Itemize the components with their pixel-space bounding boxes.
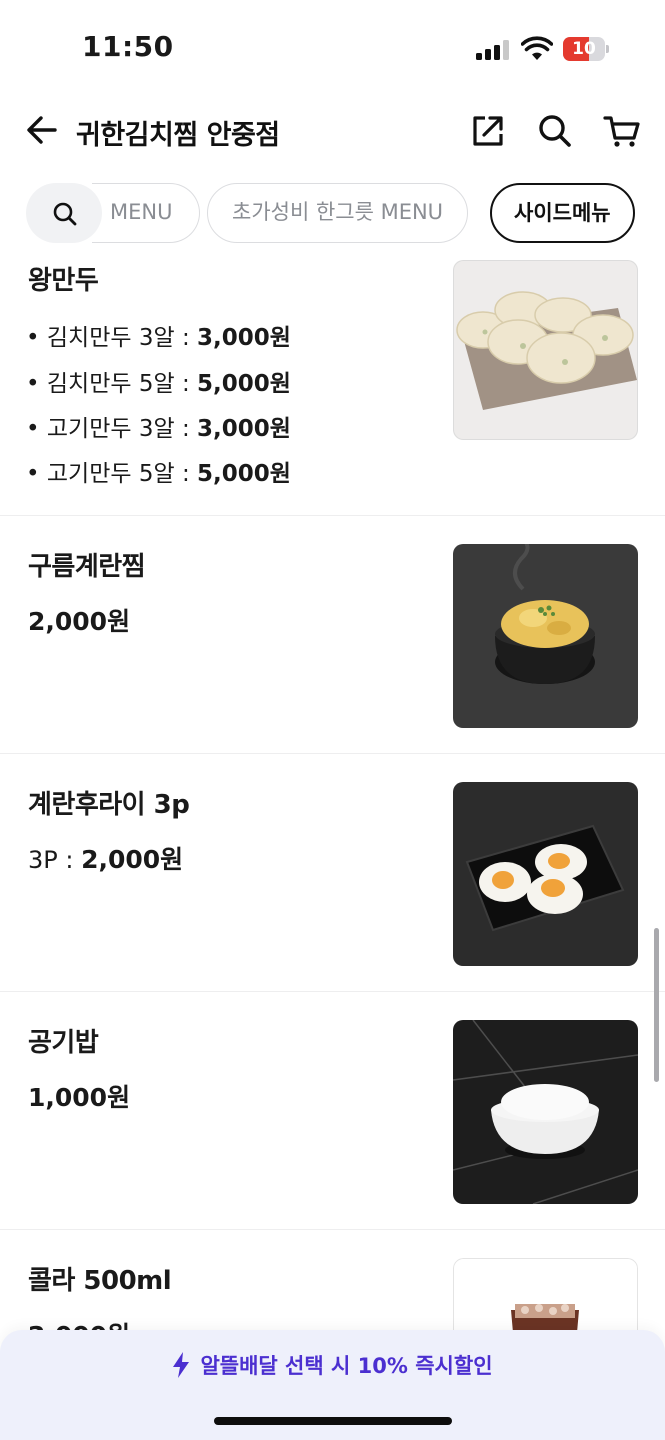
status-bar: 11:50 10 — [0, 0, 665, 96]
menu-item-name: 구름계란찜 — [28, 552, 146, 582]
status-time: 11:50 — [82, 30, 174, 63]
menu-option: • 김치만두 5알 : 5,000원 — [26, 371, 291, 397]
search-icon — [53, 202, 77, 226]
cellular-signal-icon — [476, 40, 510, 60]
menu-item-name: 공기밥 — [28, 1028, 99, 1058]
search-icon[interactable] — [536, 112, 574, 150]
fried-egg-photo — [453, 782, 638, 966]
share-icon[interactable] — [469, 112, 507, 150]
battery-icon: 10 — [563, 37, 609, 61]
app-header: 귀한김치찜 안중점 — [0, 96, 665, 168]
menu-option: • 김치만두 3알 : 3,000원 — [26, 325, 291, 351]
menu-item-egg-steam[interactable]: 구름계란찜 2,000원 — [0, 516, 665, 754]
category-search-button[interactable] — [26, 183, 102, 243]
category-tab-bar: MENU 초가성비 한그릇 MENU 사이드메뉴 — [0, 180, 665, 246]
scrollbar[interactable] — [654, 928, 659, 1082]
promo-text: 알뜰배달 선택 시 10% 즉시할인 — [0, 1350, 665, 1380]
category-chip-value-menu[interactable]: 초가성비 한그릇 MENU — [207, 183, 469, 243]
menu-item-name: 왕만두 — [28, 266, 99, 296]
menu-item-name: 계란후라이 3p — [28, 790, 190, 820]
back-arrow-icon[interactable] — [24, 112, 60, 148]
menu-option: • 고기만두 3알 : 3,000원 — [26, 416, 291, 442]
menu-item-price: 3P : 2,000원 — [28, 845, 184, 874]
menu-item-price: 1,000원 — [28, 1083, 131, 1112]
battery-level: 10 — [572, 39, 596, 59]
steamed-egg-photo — [453, 544, 638, 728]
rice-bowl-photo — [453, 1020, 638, 1204]
menu-item-price: 2,000원 — [28, 607, 131, 636]
wifi-icon — [521, 36, 553, 60]
lightning-icon — [173, 1352, 190, 1378]
menu-list: 왕만두 • 김치만두 3알 : 3,000원 • 김치만두 5알 : 5,000… — [0, 246, 665, 1440]
store-title: 귀한김치찜 안중점 — [76, 120, 280, 151]
mandu-photo — [453, 260, 638, 440]
category-chip-menu[interactable]: MENU — [92, 183, 200, 243]
cart-icon[interactable] — [603, 112, 641, 150]
home-indicator — [214, 1417, 452, 1425]
menu-item-name: 콜라 500ml — [28, 1266, 172, 1296]
menu-item-mandu[interactable]: 왕만두 • 김치만두 3알 : 3,000원 • 김치만두 5알 : 5,000… — [0, 246, 665, 516]
menu-item-fried-egg[interactable]: 계란후라이 3p 3P : 2,000원 — [0, 754, 665, 992]
category-chip-side-menu[interactable]: 사이드메뉴 — [490, 183, 635, 243]
menu-option: • 고기만두 5알 : 5,000원 — [26, 461, 291, 487]
store-menu-page: 11:50 10 귀한김치찜 안중점 MENU 초가성비 한그릇 MENU 사이… — [0, 0, 665, 1440]
menu-item-rice[interactable]: 공기밥 1,000원 — [0, 992, 665, 1230]
